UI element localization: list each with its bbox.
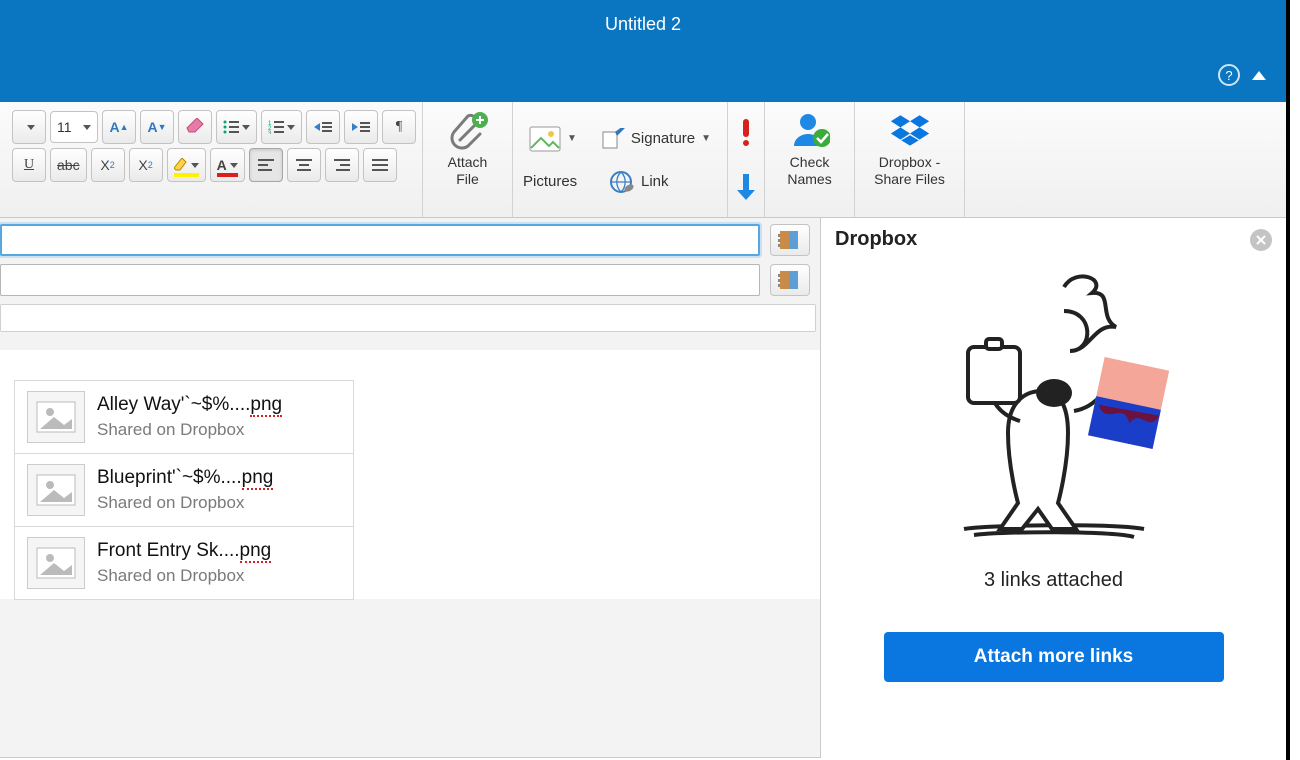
font-family-select[interactable] [12, 110, 46, 144]
underline-button[interactable]: U [12, 148, 46, 182]
ribbon-insert-group: ▼ Signature ▼ Pictures Link [513, 102, 728, 217]
clear-formatting-button[interactable] [178, 110, 212, 144]
link-button[interactable]: Link [603, 166, 675, 198]
to-field[interactable] [0, 224, 760, 256]
indent-icon [352, 120, 370, 134]
check-names-button[interactable]: Check Names [765, 102, 855, 217]
attach-file-label: Attach File [448, 154, 488, 188]
link-icon [609, 170, 635, 194]
increase-indent-button[interactable] [344, 110, 378, 144]
align-left-icon [258, 159, 274, 171]
paragraph-marks-button[interactable]: ¶ [382, 110, 416, 144]
dropbox-panel: Dropbox [820, 218, 1286, 758]
subscript-button[interactable]: X2 [91, 148, 125, 182]
numbered-list-button[interactable]: 1 2 3 [261, 110, 302, 144]
subject-field[interactable] [0, 304, 816, 332]
title-bar: Untitled 2 [0, 0, 1286, 48]
attachment-name: Blueprint'`~$%....png [97, 467, 273, 489]
font-row: 11 A▲ A▼ 1 2 [12, 110, 416, 144]
dropbox-icon [890, 110, 930, 150]
align-left-button[interactable] [249, 148, 283, 182]
align-justify-button[interactable] [363, 148, 397, 182]
signature-button[interactable]: Signature ▼ [595, 124, 717, 154]
attachment-card[interactable]: Alley Way'`~$%....png Shared on Dropbox [14, 380, 354, 454]
message-body[interactable]: Alley Way'`~$%....png Shared on Dropbox … [0, 350, 820, 599]
attachment-card[interactable]: Front Entry Sk....png Shared on Dropbox [14, 526, 354, 600]
increase-font-button[interactable]: A▲ [102, 110, 136, 144]
numbered-icon: 1 2 3 [268, 120, 284, 134]
exclamation-icon [736, 117, 756, 147]
attachment-thumbnail [27, 391, 85, 443]
app-window: Untitled 2 ? 11 A▲ A▼ [0, 0, 1290, 760]
align-right-button[interactable] [325, 148, 359, 182]
font-size-select[interactable]: 11 [50, 111, 98, 143]
highlighter-icon [174, 158, 188, 172]
image-icon [36, 474, 76, 506]
dropbox-share-label: Dropbox - Share Files [874, 154, 945, 188]
bulleted-list-button[interactable] [216, 110, 257, 144]
dropbox-illustration [924, 271, 1184, 551]
attachment-subtext: Shared on Dropbox [97, 420, 282, 440]
address-book-icon [778, 270, 802, 290]
pictures-label: Pictures [523, 173, 599, 190]
align-center-button[interactable] [287, 148, 321, 182]
signature-icon [601, 128, 625, 150]
content-area: Alley Way'`~$%....png Shared on Dropbox … [0, 350, 820, 599]
highlight-color-button[interactable] [167, 148, 206, 182]
align-right-icon [334, 159, 350, 171]
image-icon [36, 547, 76, 579]
help-icon[interactable]: ? [1218, 64, 1240, 86]
dropbox-status-text: 3 links attached [984, 569, 1123, 592]
decrease-indent-button[interactable] [306, 110, 340, 144]
superscript-button[interactable]: X2 [129, 148, 163, 182]
image-icon [36, 401, 76, 433]
dropbox-panel-title: Dropbox [835, 228, 917, 251]
address-book-icon [778, 230, 802, 250]
eraser-icon [185, 118, 205, 136]
attachment-card[interactable]: Blueprint'`~$%....png Shared on Dropbox [14, 453, 354, 527]
attachment-name: Alley Way'`~$%....png [97, 394, 282, 416]
decrease-font-button[interactable]: A▼ [140, 110, 174, 144]
attach-file-button[interactable]: Attach File [423, 102, 513, 217]
align-center-icon [296, 159, 312, 171]
window-title: Untitled 2 [605, 14, 681, 35]
arrow-down-icon [734, 172, 758, 202]
address-book-to-button[interactable] [770, 224, 810, 256]
paperclip-icon [448, 110, 488, 150]
attachment-name: Front Entry Sk....png [97, 540, 271, 562]
pictures-button[interactable]: ▼ [523, 122, 583, 156]
svg-text:3: 3 [268, 131, 272, 134]
collapse-ribbon-icon[interactable] [1252, 71, 1266, 80]
low-importance-button[interactable] [734, 172, 758, 202]
ribbon: 11 A▲ A▼ 1 2 [0, 102, 1286, 218]
check-names-label: Check Names [787, 154, 831, 188]
signature-label: Signature [631, 130, 695, 147]
font-size-value: 11 [57, 119, 72, 135]
font-color-button[interactable]: A [210, 148, 245, 182]
attachment-thumbnail [27, 464, 85, 516]
close-icon [1256, 235, 1266, 245]
attachment-thumbnail [27, 537, 85, 589]
attachment-subtext: Shared on Dropbox [97, 493, 273, 513]
attach-more-links-button[interactable]: Attach more links [884, 632, 1224, 682]
font-style-row: U abc X2 X2 A [12, 148, 397, 182]
check-names-icon [790, 110, 830, 150]
high-importance-button[interactable] [736, 117, 756, 147]
strikethrough-button[interactable]: abc [50, 148, 87, 182]
attachment-subtext: Shared on Dropbox [97, 566, 271, 586]
dropbox-share-files-button[interactable]: Dropbox - Share Files [855, 102, 965, 217]
cc-field[interactable] [0, 264, 760, 296]
ribbon-font-paragraph: 11 A▲ A▼ 1 2 [6, 102, 423, 217]
title-bar-lower: ? [0, 48, 1286, 102]
attachment-list: Alley Way'`~$%....png Shared on Dropbox … [14, 380, 820, 599]
outdent-icon [314, 120, 332, 134]
bullets-icon [223, 120, 239, 134]
picture-icon [529, 126, 561, 152]
ribbon-priority-group [728, 102, 765, 217]
address-book-cc-button[interactable] [770, 264, 810, 296]
link-label: Link [641, 173, 669, 190]
align-justify-icon [372, 159, 388, 171]
close-panel-button[interactable] [1250, 229, 1272, 251]
